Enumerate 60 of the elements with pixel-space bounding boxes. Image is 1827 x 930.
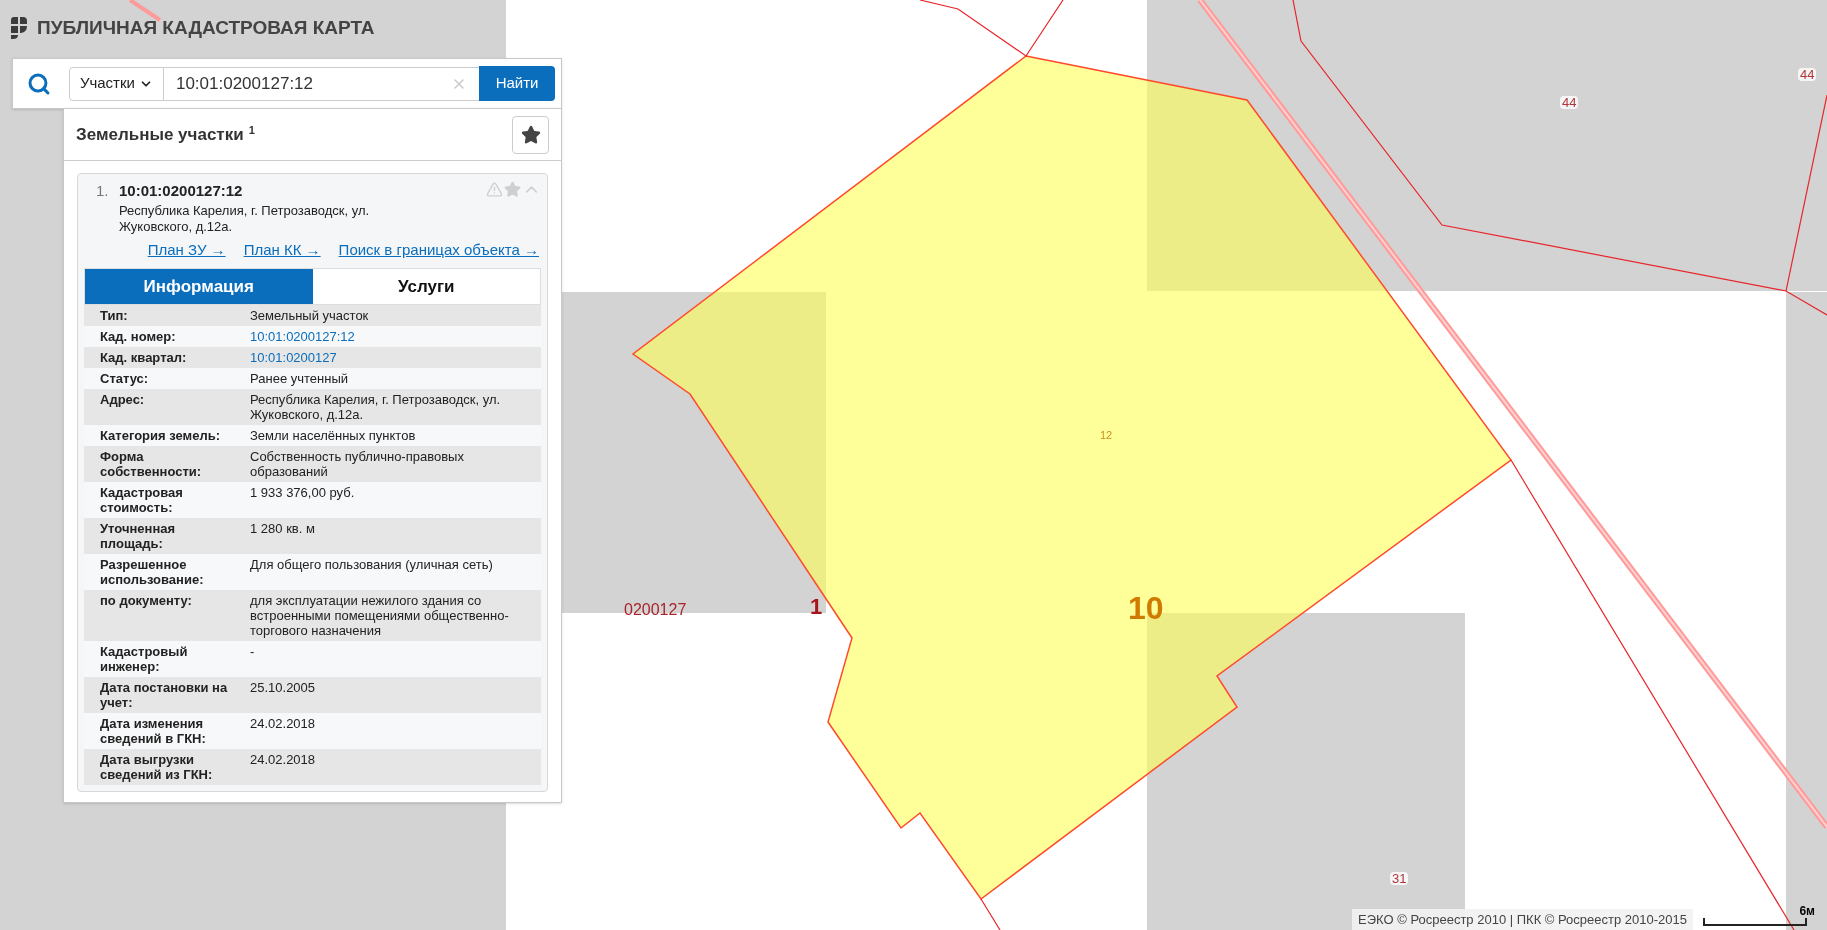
field-label: Категория земель: <box>100 428 221 443</box>
scale-label: 6м <box>1799 904 1815 918</box>
result-address: Республика Карелия, г. Петрозаводск, ул. Жуковского, д.12а. <box>119 202 371 235</box>
search-button[interactable]: Найти <box>479 66 555 101</box>
search-bar[interactable]: Участки 10:01:0200127:12 Найти <box>12 58 562 109</box>
cadastral-number: 10:01:0200127:12 <box>119 181 244 201</box>
field-label: Дата постановки на учет: <box>100 680 228 710</box>
star-icon[interactable] <box>504 181 521 198</box>
field-label: Адрес: <box>100 392 146 409</box>
panel-title: Земельные участки <box>76 123 244 146</box>
map-label: 10 <box>1128 592 1164 624</box>
search-icon <box>27 71 51 96</box>
tab[interactable]: Услуги <box>312 269 540 304</box>
field-label: Кадастровый инженер: <box>100 644 189 674</box>
field-label: по документу: <box>100 593 193 610</box>
field-value: Республика Карелия, г. Петрозаводск, ул. Жуковского, д.12а. <box>250 392 502 422</box>
app-title: ПУБЛИЧНАЯ КАДАСТРОВАЯ КАРТА <box>37 16 375 40</box>
logo-icon <box>10 16 28 41</box>
map-label: 44 <box>1560 96 1579 109</box>
map-label: 31 <box>1390 872 1409 885</box>
map-label: 1 <box>810 596 823 618</box>
category-dropdown[interactable]: Участки <box>68 66 164 101</box>
link[interactable]: План КК → <box>243 238 321 261</box>
field-label: Кадастровая стоимость: <box>100 485 184 515</box>
field-value: для эксплуатации нежилого здания со встроенными помещениями общественно-торгового назначения <box>250 593 510 638</box>
favorite-button[interactable] <box>512 115 549 154</box>
warning-icon[interactable] <box>486 181 503 198</box>
link[interactable]: Поиск в границах объекта → <box>338 238 539 261</box>
map-attribution: ЕЭКО © Росреестр 2010 | ПКК © Росреестр 2010-2015 <box>1352 908 1693 930</box>
field-label: Форма собственности: <box>100 449 203 479</box>
field-value: Ранее учтенный <box>250 371 349 386</box>
field-label: Разрешенное использование: <box>100 557 205 587</box>
field-label: Уточненная площадь: <box>100 521 177 551</box>
field-label: Кад. номер: <box>100 329 177 344</box>
field-value: 25.10.2005 <box>250 680 317 697</box>
map-label: 0200127 <box>624 602 687 618</box>
field-label: Кад. квартал: <box>100 350 188 365</box>
field-label: Дата выгрузки сведений из ГКН: <box>100 752 214 782</box>
field-value: Земельный участок <box>250 308 370 323</box>
field-label: Статус: <box>100 371 150 386</box>
search-input[interactable]: 10:01:0200127:12 <box>163 66 480 101</box>
field-value: 24.02.2018 <box>250 752 317 769</box>
field-label: Тип: <box>100 308 129 323</box>
star-icon <box>520 124 541 145</box>
field-link[interactable]: 10:01:0200127:12 <box>250 329 530 344</box>
link[interactable]: План ЗУ → <box>147 238 226 261</box>
tab[interactable]: Информация <box>85 269 313 304</box>
map-label: 44 <box>1798 68 1817 81</box>
result-count: 1 <box>248 122 255 138</box>
field-link[interactable]: 10:01:0200127 <box>250 350 530 365</box>
field-value: Земли населённых пунктов <box>250 428 417 443</box>
field-value: 1 933 376,00 руб. <box>250 485 356 502</box>
result-index: 1. <box>95 181 110 201</box>
field-value: Собственность публично-правовых образований <box>250 449 465 479</box>
field-value: Для общего пользования (уличная сеть) <box>250 557 494 574</box>
field-value: - <box>250 644 256 661</box>
field-label: Дата изменения сведений в ГКН: <box>100 716 207 746</box>
map-label: 12 <box>1100 430 1113 441</box>
field-value: 24.02.2018 <box>250 716 317 733</box>
field-value: 1 280 кв. м <box>250 521 316 538</box>
